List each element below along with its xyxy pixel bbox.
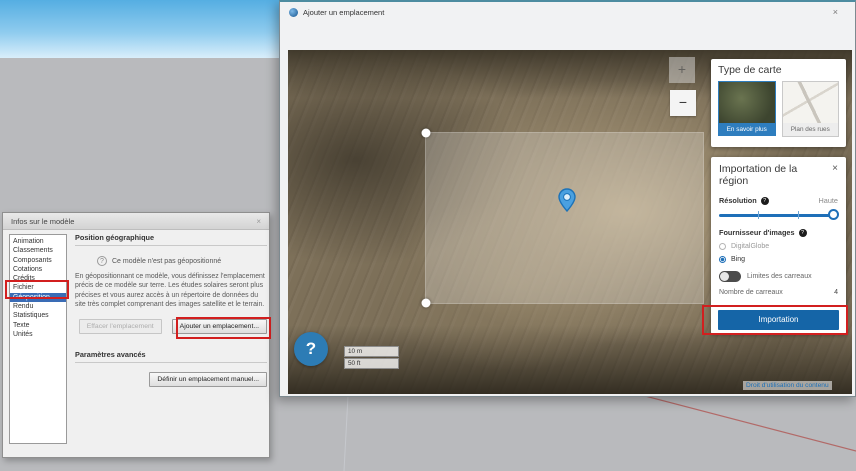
zoom-in-button[interactable]: + [669, 57, 695, 83]
provider-info-icon[interactable]: ? [799, 229, 807, 237]
clear-location-button: Effacer l'emplacement [79, 319, 162, 334]
sidebar-item-fichier[interactable]: Fichier [10, 283, 66, 292]
radio-icon-selected[interactable] [719, 256, 726, 263]
model-info-titlebar[interactable]: Infos sur le modèle × [3, 213, 269, 230]
add-location-button[interactable]: Ajouter un emplacement... [172, 319, 267, 334]
geoposition-pane: Position géographique ? Ce modèle n'est … [75, 233, 267, 387]
import-region-panel: Importation de la région × Résolution ? … [711, 157, 846, 334]
sidebar-item-geoposition[interactable]: Géoposition [10, 293, 66, 302]
sidebar-item-credits[interactable]: Crédits [10, 274, 66, 283]
map-pin-icon[interactable] [558, 188, 576, 217]
resolution-value: Haute [819, 196, 838, 205]
dialog-close-icon[interactable]: × [833, 7, 838, 17]
help-circle-icon: ? [97, 256, 107, 266]
slider-tick [798, 211, 799, 219]
provider-option-label: DigitalGlobe [731, 243, 769, 250]
add-location-icon [289, 8, 298, 17]
manual-location-button[interactable]: Définir un emplacement manuel... [149, 372, 267, 387]
resolution-slider[interactable] [719, 209, 838, 221]
resolution-info-icon[interactable]: ? [761, 197, 769, 205]
import-panel-title: Importation de la région [719, 163, 824, 187]
advanced-heading: Paramètres avancés [75, 350, 267, 363]
streets-thumbnail [782, 81, 840, 123]
dialog-titlebar[interactable]: Ajouter un emplacement × [280, 2, 855, 22]
content-rights-link[interactable]: Droit d'utilisation du contenu [743, 381, 832, 390]
provider-option-digitalglobe[interactable]: DigitalGlobe [719, 243, 838, 250]
tile-limits-label: Limites des carreaux [747, 273, 812, 280]
map-type-streets[interactable]: Plan des rues [782, 81, 840, 137]
slider-handle[interactable] [828, 209, 839, 220]
tile-count-value: 4 [834, 289, 838, 296]
map-type-satellite[interactable]: En savoir plus [718, 81, 776, 137]
zoom-out-button[interactable]: − [670, 90, 696, 116]
streets-label: Plan des rues [782, 123, 840, 137]
tile-limits-toggle[interactable] [719, 271, 741, 282]
satellite-map[interactable]: + − ? 10 m 50 ft Droit d'utilisation du … [288, 50, 852, 394]
geo-description: En géopositionnant ce modèle, vous défin… [75, 272, 267, 310]
toggle-knob [720, 272, 729, 281]
scale-metric: 10 m [344, 346, 399, 357]
provider-option-label: Bing [731, 256, 745, 263]
add-location-dialog: Ajouter un emplacement × + − ? 10 [279, 0, 856, 397]
sidebar-item-animation[interactable]: Animation [10, 237, 66, 246]
sketchup-screen: Infos sur le modèle × Animation Classeme… [0, 0, 856, 471]
sidebar-item-statistiques[interactable]: Statistiques [10, 311, 66, 320]
import-panel-close-icon[interactable]: × [832, 163, 838, 187]
sidebar-item-texte[interactable]: Texte [10, 321, 66, 330]
dialog-title: Ajouter un emplacement [303, 8, 384, 17]
sidebar-item-cotations[interactable]: Cotations [10, 265, 66, 274]
sidebar-item-unites[interactable]: Unités [10, 330, 66, 339]
map-type-title: Type de carte [718, 64, 839, 76]
region-selection-rect[interactable] [426, 133, 703, 303]
tile-count-label: Nombre de carreaux [719, 289, 783, 296]
geo-section-heading: Position géographique [75, 233, 267, 246]
tile-limits-row: Limites des carreaux [719, 271, 838, 282]
slider-track[interactable] [719, 214, 838, 217]
model-info-nav-list: Animation Classements Composants Cotatio… [9, 234, 67, 444]
model-info-title: Infos sur le modèle [11, 217, 74, 226]
selection-handle-bottom-left[interactable] [422, 299, 431, 308]
sidebar-item-classements[interactable]: Classements [10, 246, 66, 255]
sidebar-item-composants[interactable]: Composants [10, 256, 66, 265]
provider-option-bing[interactable]: Bing [719, 256, 838, 263]
provider-label: Fournisseur d'images [719, 228, 795, 237]
import-button[interactable]: Importation [718, 310, 839, 330]
sidebar-item-rendu[interactable]: Rendu [10, 302, 66, 311]
satellite-thumbnail [718, 81, 776, 123]
resolution-label: Résolution [719, 196, 757, 205]
satellite-label[interactable]: En savoir plus [718, 123, 776, 136]
map-type-panel: Type de carte En savoir plus Plan des ru… [711, 59, 846, 147]
model-info-close-icon[interactable]: × [256, 217, 261, 226]
geo-status-text: Ce modèle n'est pas géopositionné [112, 258, 221, 265]
selection-handle-top-left[interactable] [422, 129, 431, 138]
map-help-button[interactable]: ? [294, 332, 328, 366]
slider-tick [758, 211, 759, 219]
model-info-window: Infos sur le modèle × Animation Classeme… [2, 212, 270, 458]
radio-icon[interactable] [719, 243, 726, 250]
scale-imperial: 50 ft [344, 358, 399, 369]
